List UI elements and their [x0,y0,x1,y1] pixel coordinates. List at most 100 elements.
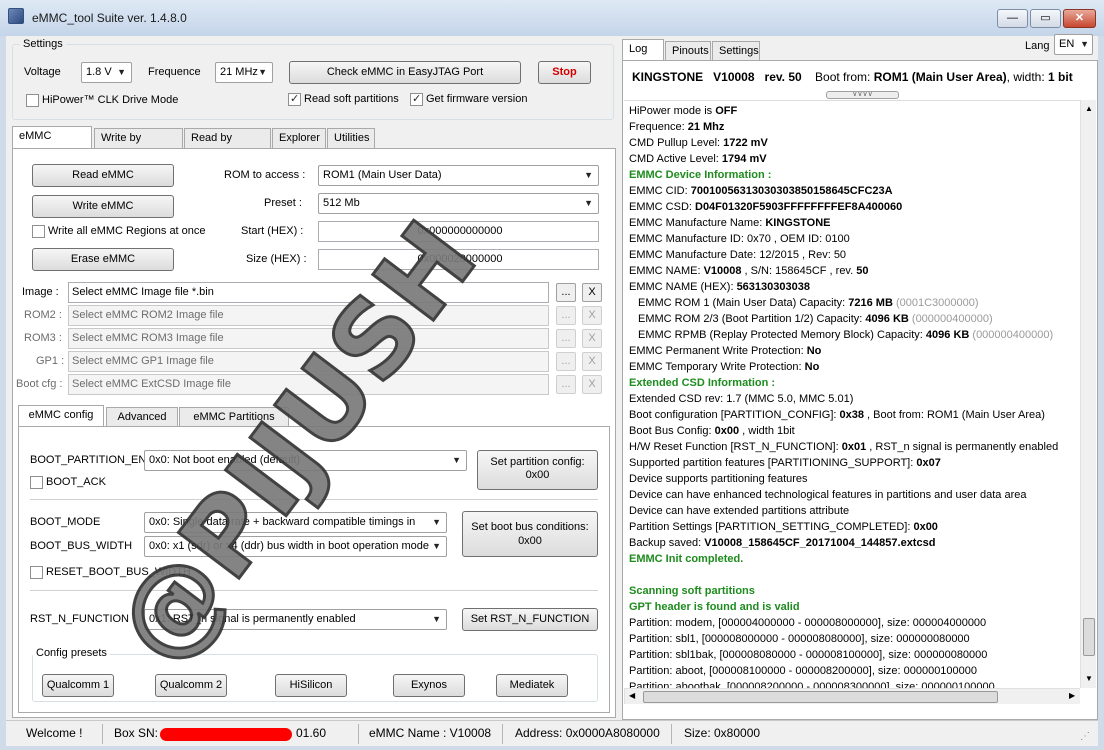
log-value: OFF [715,105,738,117]
write-emmc-button[interactable]: Write eMMC [32,195,174,218]
hipower-checkbox[interactable] [26,94,39,107]
tab-emmc-config[interactable]: eMMC config [18,405,104,427]
log-label: Partition Settings [PARTITION_SETTING_CO… [629,521,914,533]
frequence-select[interactable]: 21 MHz ▼ [215,62,273,83]
close-button[interactable]: ✕ [1063,9,1096,28]
redacted-serial [160,728,292,741]
log-text: Extended CSD rev: 1.7 (MMC 5.0, MMC 5.01… [629,393,854,405]
boot-cfg-label: Boot cfg : [16,378,63,390]
log-value: 0x01 [841,441,867,453]
log-label: Backup saved: [629,537,705,549]
log-text: EMMC Manufacture ID: 0x70 , OEM ID: 0100 [629,233,850,245]
read-soft-partitions-checkbox[interactable] [288,92,301,106]
gp1-clear-button[interactable]: X [582,352,602,371]
image-clear-button[interactable]: X [582,283,602,302]
tab-log[interactable]: Log [622,39,664,61]
log-suffix: , width 1bit [739,425,795,437]
preset-exynos-button[interactable]: Exynos [393,674,465,697]
splitter-handle[interactable]: ∨∨∨∨ [826,91,899,99]
tab-advanced[interactable]: Advanced [106,407,178,427]
tab-utilities[interactable]: Utilities [327,128,375,148]
preset-select[interactable]: 512 Mb ▼ [318,193,599,214]
preset-mediatek-button[interactable]: Mediatek [496,674,568,697]
log-line: EMMC CID: 70010056313030303850158645CFC2… [629,183,1079,199]
tab-settings[interactable]: Settings [712,41,760,61]
preset-label: Preset : [264,197,302,209]
log-line: CMD Pullup Level: 1722 mV [629,135,1079,151]
log-side-panel: Log Pinouts Settings Lang EN ▼ KINGSTONE … [622,34,1098,720]
resize-grip-icon[interactable]: ⋰ [1080,731,1090,742]
settings-group-label: Settings [20,38,66,50]
set-partition-config-value: 0x00 [525,469,550,481]
check-emmc-button[interactable]: Check eMMC in EasyJTAG Port [289,61,521,84]
write-all-regions-checkbox[interactable] [32,225,45,238]
log-label: H/W Reset Function [RST_N_FUNCTION]: [629,441,842,453]
log-line: Device can have enhanced technological f… [629,487,1079,503]
log-line: Boot configuration [PARTITION_CONFIG]: 0… [629,407,1079,423]
log-horizontal-scrollbar[interactable]: ◀ ▶ [624,688,1080,704]
scroll-thumb[interactable] [1083,618,1095,656]
log-label: EMMC Manufacture Name: [629,217,766,229]
log-value: D04F01320F5903FFFFFFFFEF8A400060 [695,201,903,213]
rom-to-access-select[interactable]: ROM1 (Main User Data) ▼ [318,165,599,186]
log-vertical-scrollbar[interactable]: ▲ ▼ [1080,100,1096,688]
status-divider [671,724,672,744]
log-line: Partition Settings [PARTITION_SETTING_CO… [629,519,1079,535]
h-scroll-thumb[interactable] [643,691,998,703]
tab-emmc-general[interactable]: eMMC General [12,126,92,160]
log-label: Boot Bus Config: [629,425,715,437]
log-value: 0x38 [839,409,864,421]
box-sn-suffix: 01.60 [296,726,327,740]
log-label: Supported partition features [PARTITIONI… [629,457,917,469]
title-bar: eMMC_tool Suite ver. 1.4.8.0 — ▭ ✕ [0,0,1104,36]
tab-pinouts[interactable]: Pinouts [665,41,711,61]
log-value: 563130303038 [736,281,810,293]
log-line: HiPower mode is OFF [629,103,1079,119]
app-icon [8,8,24,24]
log-suffix: , Boot from: ROM1 (Main User Area) [863,409,1045,421]
tab-write-by-vendor[interactable]: Write by vendor [94,128,183,162]
preset-hisilicon-button[interactable]: HiSilicon [275,674,347,697]
log-text: Device supports partitioning features [629,473,808,485]
boot-cfg-clear-button[interactable]: X [582,375,602,394]
log-line: Scanning soft partitions [629,583,1079,599]
voltage-select[interactable]: 1.8 V ▼ [81,62,132,83]
rom3-clear-button[interactable]: X [582,329,602,348]
rom2-clear-button[interactable]: X [582,306,602,325]
preset-qualcomm-1-button[interactable]: Qualcomm 1 [42,674,114,697]
reset-boot-bus-width-checkbox[interactable] [30,566,43,579]
log-line: EMMC ROM 1 (Main User Data) Capacity: 72… [629,295,1079,311]
set-partition-config-button[interactable]: Set partition config: 0x00 [477,450,598,490]
set-rst-n-function-button[interactable]: Set RST_N_FUNCTION [462,608,598,631]
rom2-browse-button[interactable]: ... [556,306,576,325]
rom3-browse-button[interactable]: ... [556,329,576,348]
set-boot-bus-button[interactable]: Set boot bus conditions: 0x00 [462,511,598,557]
set-partition-config-line1: Set partition config: [490,456,585,468]
status-size: Size: 0x80000 [684,726,761,740]
status-emmc-name: eMMC Name : V10008 [369,726,492,740]
log-value: 4096 KB [865,313,909,325]
stop-button[interactable]: Stop [538,61,591,84]
lang-select[interactable]: EN ▼ [1054,34,1093,55]
boot-cfg-browse-button[interactable]: ... [556,375,576,394]
log-value: 4096 KB [925,329,970,341]
log-value: V10008_158645CF_20171004_144857.extcsd [704,537,936,549]
log-value: 21 Mhz [687,121,725,133]
chevron-down-icon: ▼ [584,198,593,208]
hipower-label: HiPower™ CLK Drive Mode [42,94,179,106]
status-bar: Welcome ! Box SN: 01.60 eMMC Name : V100… [6,720,1098,746]
image-browse-button[interactable]: ... [556,283,576,302]
tab-explorer[interactable]: Explorer [272,128,326,148]
log-heading: GPT header is found and is valid [629,601,800,613]
erase-emmc-button[interactable]: Erase eMMC [32,248,174,271]
maximize-button[interactable]: ▭ [1030,9,1061,28]
gp1-browse-button[interactable]: ... [556,352,576,371]
tab-read-by-vendor[interactable]: Read by vendor [184,128,271,162]
read-emmc-button[interactable]: Read eMMC [32,164,174,187]
chevron-down-icon: ▼ [117,67,126,77]
minimize-button[interactable]: — [997,9,1028,28]
log-line: EMMC Temporary Write Protection: No [629,359,1079,375]
log-line: EMMC NAME (HEX): 563130303038 [629,279,1079,295]
boot-ack-checkbox[interactable] [30,476,43,489]
get-firmware-checkbox[interactable] [410,92,423,106]
